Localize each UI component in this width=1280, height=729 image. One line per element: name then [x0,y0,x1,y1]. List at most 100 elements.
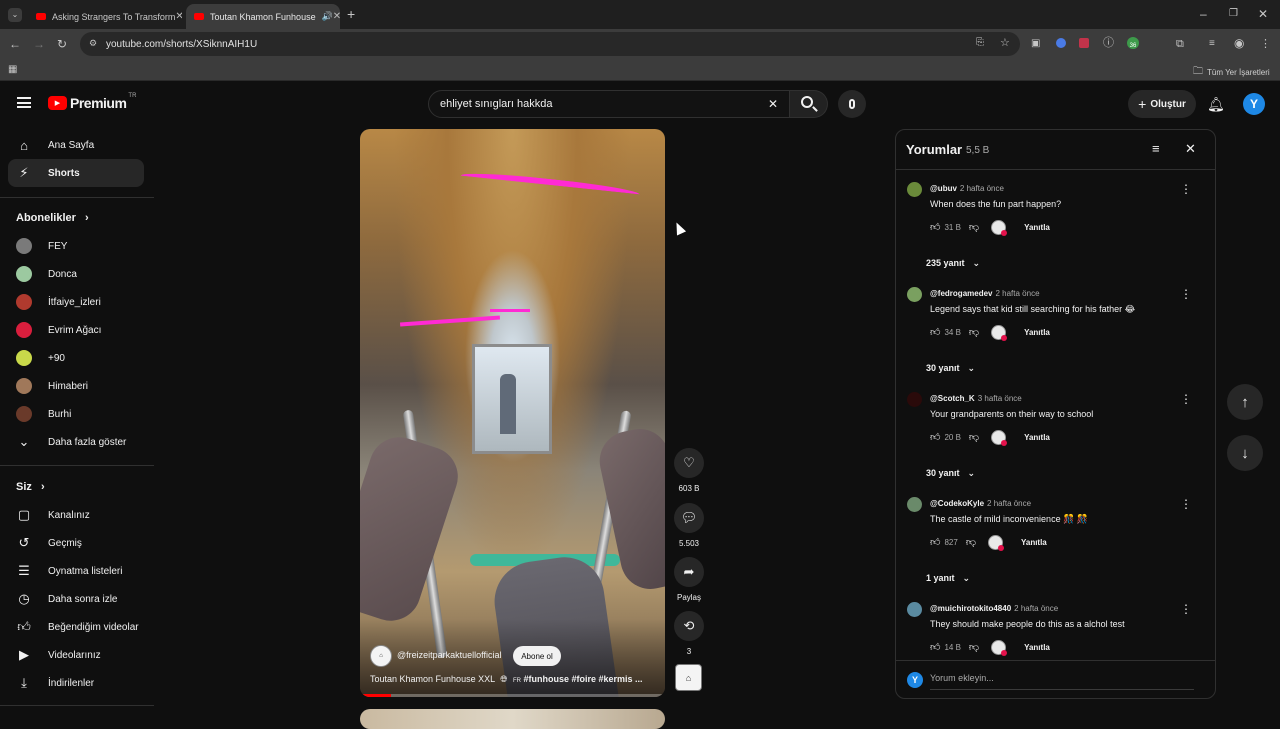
sidebar-item-history[interactable]: ↺ Geçmiş [8,529,144,557]
thumbs-down-icon[interactable]: 👎︎ [969,326,979,338]
comment-time[interactable]: 2 hafta önce [1014,604,1058,613]
sidebar-item-your-channel[interactable]: ▢ Kanalınız [8,501,144,529]
extension-badge-icon[interactable]: 36 [1127,37,1139,49]
replies-toggle[interactable]: 30 yanıt ⌄ [926,359,975,377]
address-bar[interactable]: ⚙ youtube.com/shorts/XSiknnAIH1U ⎘ ☆ [80,32,1020,56]
close-tab-icon[interactable]: ✕ [333,11,340,22]
extension-icon[interactable] [1079,38,1089,48]
thumbs-down-icon[interactable]: 👎︎ [969,221,979,233]
comment-menu-icon[interactable]: ⋮ [1180,287,1192,301]
sidebar-item-subscription[interactable]: +90 [8,344,144,372]
sidebar-item-playlists[interactable]: ☰ Oynatma listeleri [8,557,144,585]
bookmark-star-icon[interactable]: ☆ [1000,36,1010,49]
install-icon[interactable]: ⎘ [976,37,984,48]
channel-avatar[interactable]: ⌂ [370,645,392,667]
sound-thumbnail[interactable]: ⌂ [675,664,702,691]
replies-toggle[interactable]: 235 yanıt ⌄ [926,254,980,272]
reply-button[interactable]: Yanıtla [1024,328,1050,337]
sidebar-item-subscription[interactable]: Himaberi [8,372,144,400]
comment-time[interactable]: 2 hafta önce [987,499,1031,508]
sidebar-item-subscription[interactable]: Evrim Ağacı [8,316,144,344]
comment-author[interactable]: @CodekoKyle [930,499,984,508]
previous-short-button[interactable]: ↑ [1227,384,1263,420]
extension-icon[interactable]: ▣ [1031,38,1040,50]
comment-menu-icon[interactable]: ⋮ [1180,392,1192,406]
avatar[interactable] [907,182,922,197]
avatar[interactable]: Y [1243,93,1265,115]
comment-time[interactable]: 2 hafta önce [960,184,1004,193]
share-button[interactable]: ➦ [674,557,704,587]
comments-list[interactable]: @ubuv 2 hafta önce When does the fun part… [896,171,1215,660]
voice-search-button[interactable] [838,90,866,118]
hamburger-menu-icon[interactable] [17,97,31,108]
extensions-puzzle-icon[interactable]: ⧉ [1176,38,1184,50]
close-tab-icon[interactable]: ✕ [175,11,182,22]
comment-time[interactable]: 2 hafta önce [995,289,1039,298]
thumbs-up-icon[interactable]: 👍︎ [930,431,940,443]
tab-toutan-khamon[interactable]: Toutan Khamon Funhouse 🔊 ✕ [186,4,340,29]
comment-time[interactable]: 3 hafta önce [978,394,1022,403]
new-tab-icon[interactable]: + [347,7,355,21]
thumbs-down-icon[interactable]: 👎︎ [969,641,979,653]
thumbs-down-icon[interactable]: 👎︎ [969,431,979,443]
close-icon[interactable]: ✕ [1185,141,1196,157]
avatar[interactable] [907,497,922,512]
minimize-icon[interactable]: – [1200,8,1207,20]
forward-icon[interactable]: → [33,38,45,50]
avatar[interactable] [907,287,922,302]
extension-icon[interactable] [1056,38,1066,48]
short-video-player[interactable]: ⌂ @freizeitparkaktuellofficial Abone ol … [360,129,665,697]
sidebar-item-subscription[interactable]: İtfaiye_izleri [8,288,144,316]
subscriptions-heading[interactable]: Abonelikler › [16,212,89,224]
avatar[interactable] [907,392,922,407]
sidebar-item-subscription[interactable]: FEY [8,232,144,260]
media-control-icon[interactable]: ≡ [1209,38,1215,50]
back-icon[interactable]: ← [9,38,21,50]
audio-playing-icon[interactable]: 🔊 [322,11,333,22]
extension-icon[interactable]: ⓘ [1103,37,1114,49]
thumbs-up-icon[interactable]: 👍︎ [930,221,940,233]
sort-icon[interactable]: ≡ [1152,141,1160,156]
youtube-premium-logo[interactable]: ▶ Premium TR [48,93,136,111]
sidebar-item-subscription[interactable]: Burhi [8,400,144,428]
create-button[interactable]: + Oluştur [1128,90,1196,118]
reply-button[interactable]: Yanıtla [1024,433,1050,442]
show-more-button[interactable]: ⌄ Daha fazla göster [8,428,144,456]
search-input[interactable]: ehliyet sınıgları hakkda ✕ [428,90,790,118]
thumbs-up-icon[interactable]: 👍︎ [930,536,940,548]
close-window-icon[interactable]: ✕ [1258,8,1268,20]
profile-icon[interactable]: ◉ [1234,37,1244,49]
sidebar-item-watch-later[interactable]: ◷ Daha sonra izle [8,585,144,613]
site-info-icon[interactable]: ⚙ [89,38,97,49]
comment-menu-icon[interactable]: ⋮ [1180,182,1192,196]
comment-author[interactable]: @muichirotokito4840 [930,604,1011,613]
add-comment-input[interactable]: Yorum ekleyin... [930,673,1194,690]
next-short-button[interactable]: ↓ [1227,435,1263,471]
apps-grid-icon[interactable]: ▦ [8,64,17,76]
sidebar-item-shorts[interactable]: ⚡︎ Shorts [8,159,144,187]
notifications-bell-icon[interactable]: 🔔︎ [1207,96,1225,113]
browser-menu-icon[interactable]: ⋮ [1260,38,1271,50]
thumbs-up-icon[interactable]: 👍︎ [930,641,940,653]
sidebar-item-home[interactable]: ⌂ Ana Sayfa [8,131,144,159]
video-title[interactable]: Toutan Khamon Funhouse XXL 🌐︎ FR #funhou… [370,674,660,685]
sidebar-item-your-videos[interactable]: ▶︎ Videolarınız [8,641,144,669]
progress-bar[interactable] [360,694,665,697]
next-short-preview[interactable] [360,709,665,729]
comments-button[interactable]: 💬︎ [674,503,704,533]
comment-menu-icon[interactable]: ⋮ [1180,497,1192,511]
avatar[interactable] [907,602,922,617]
replies-toggle[interactable]: 1 yanıt ⌄ [926,569,970,587]
remix-button[interactable]: ⟲ [674,611,704,641]
thumbs-up-icon[interactable]: 👍︎ [930,326,940,338]
sidebar-item-downloads[interactable]: ⤓ İndirilenler [8,669,144,697]
you-heading[interactable]: Siz › [16,481,45,493]
restore-icon[interactable]: ❐ [1229,8,1238,20]
subscribe-button[interactable]: Abone ol [513,646,561,666]
tab-asking-strangers[interactable]: Asking Strangers To Transform ✕ [28,4,182,29]
comment-author[interactable]: @Scotch_K [930,394,975,403]
search-button[interactable] [790,90,828,118]
reply-button[interactable]: Yanıtla [1024,643,1050,652]
sidebar-item-subscription[interactable]: Donca [8,260,144,288]
tab-search-icon[interactable]: ⌄ [8,8,22,22]
